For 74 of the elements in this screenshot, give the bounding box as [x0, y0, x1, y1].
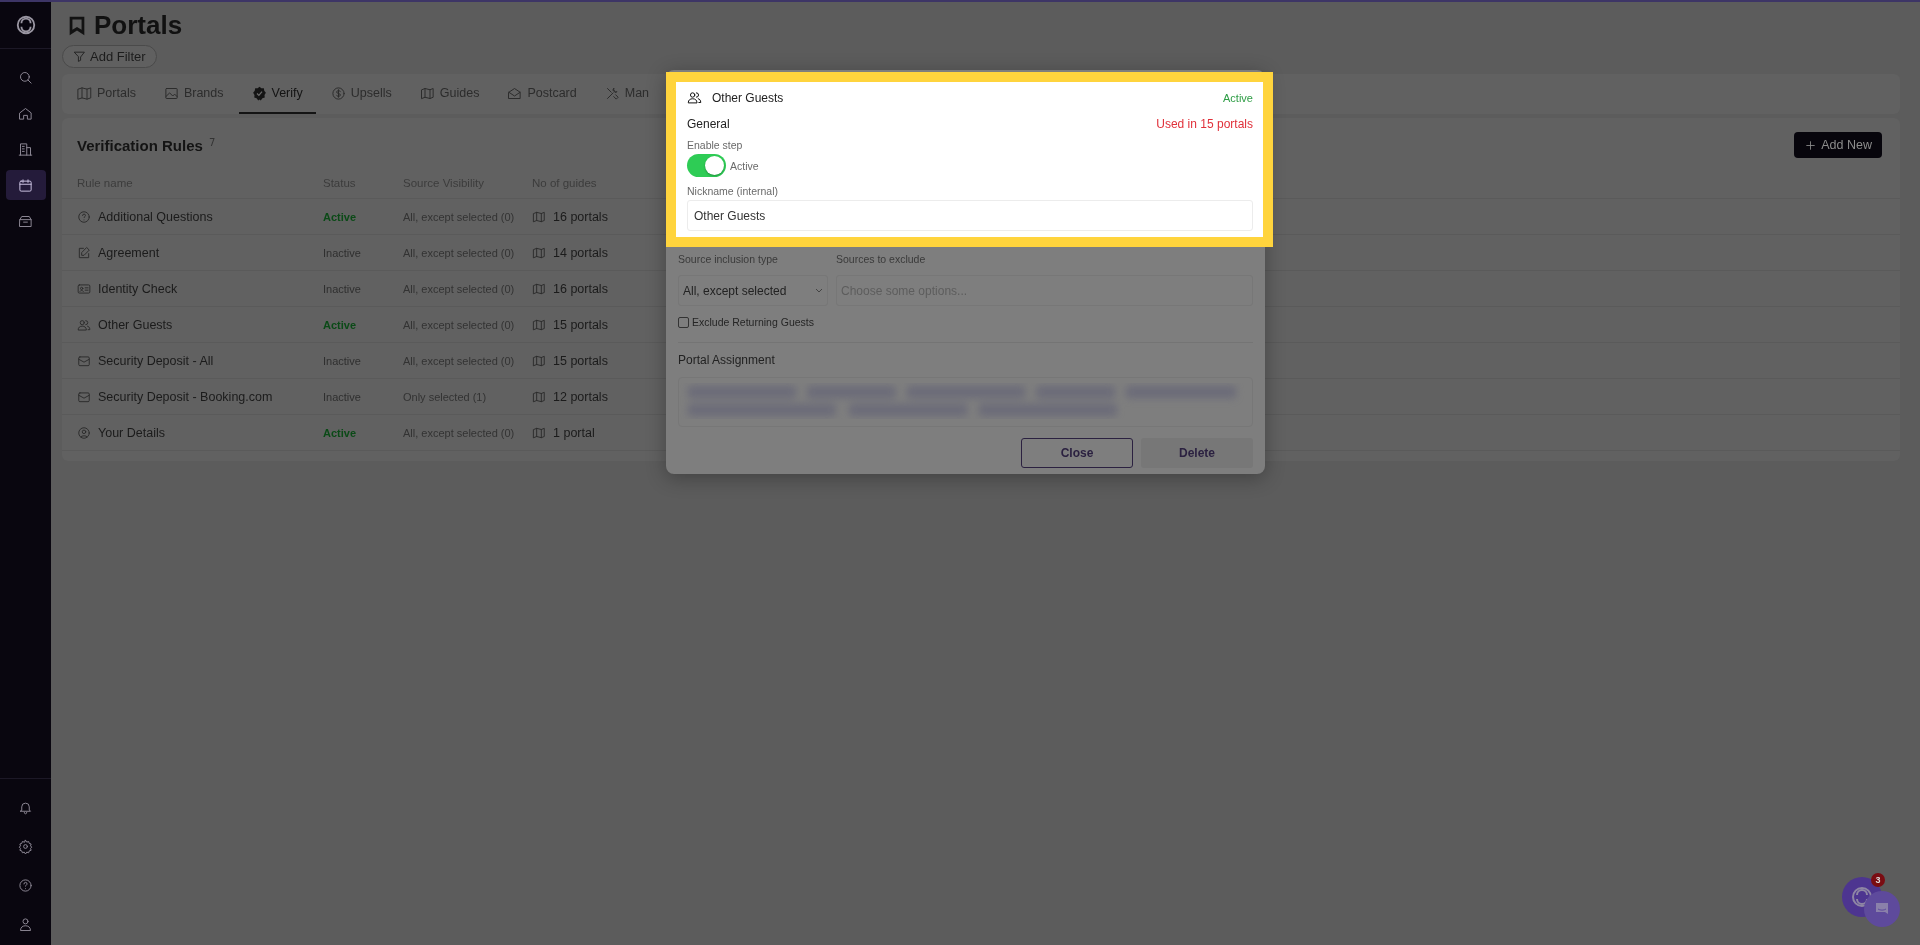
- rule-name[interactable]: Security Deposit - All: [98, 353, 214, 368]
- map-icon: [532, 389, 546, 404]
- guides-count: 14 portals: [553, 245, 608, 260]
- rule-name[interactable]: Your Details: [98, 425, 165, 440]
- rule-name[interactable]: Other Guests: [98, 317, 173, 332]
- map-icon: [532, 245, 546, 260]
- map-icon: [532, 425, 546, 440]
- field-label: Enable step: [687, 139, 744, 151]
- usage-text: Used in 15 portals: [1156, 117, 1253, 131]
- rule-name[interactable]: Agreement: [98, 245, 160, 260]
- tools-icon: [604, 85, 620, 101]
- sidebar-item[interactable]: [5, 170, 46, 200]
- section-title: General: [687, 117, 730, 131]
- card-icon: [77, 353, 91, 368]
- caret-icon: [815, 287, 823, 294]
- enable-toggle[interactable]: [687, 154, 726, 177]
- help-icon: [18, 877, 33, 893]
- calendar-icon: [18, 177, 33, 193]
- dialog-button[interactable]: Delete: [1141, 438, 1253, 468]
- source-type-select[interactable]: All, except selected: [678, 275, 828, 306]
- dialog-button[interactable]: Close: [1021, 438, 1133, 468]
- users-icon: [77, 317, 91, 332]
- section-title: Portal Assignment: [678, 353, 776, 367]
- field-label: Nickname (internal): [687, 185, 780, 197]
- users-icon: [687, 90, 702, 105]
- status-cell: Active: [308, 415, 388, 451]
- box-icon: [18, 213, 33, 229]
- checkbox[interactable]: [678, 316, 689, 328]
- add-new-button[interactable]: Add New: [1794, 132, 1882, 158]
- user-icon: [18, 916, 33, 932]
- logo-icon: [14, 14, 37, 36]
- guides-count: 12 portals: [553, 389, 608, 404]
- image-icon: [163, 85, 179, 101]
- plus-icon: [1804, 138, 1818, 152]
- guides-count: 15 portals: [553, 317, 608, 332]
- guides-count: 16 portals: [553, 209, 608, 224]
- map-icon: [532, 353, 546, 368]
- field-label: Sources to exclude: [836, 253, 927, 265]
- dialog-title: Other Guests: [712, 90, 784, 105]
- tab[interactable]: Verify: [238, 74, 316, 114]
- map-icon: [532, 317, 546, 332]
- bell-icon: [18, 799, 33, 815]
- settings-icon: [18, 838, 33, 854]
- building-icon: [18, 141, 33, 157]
- question-icon: [77, 209, 91, 224]
- dollar-icon: [330, 85, 346, 101]
- edit-icon: [77, 245, 91, 260]
- add-filter-button[interactable]: Add Filter: [62, 45, 157, 68]
- guides-count: 16 portals: [553, 281, 608, 296]
- id-card-icon: [77, 281, 91, 296]
- nickname-field[interactable]: Other Guests: [687, 200, 1253, 231]
- check-badge-icon: [251, 85, 267, 101]
- guides-count: 1 portal: [553, 425, 595, 440]
- message-icon: [1874, 901, 1890, 917]
- card-icon: [77, 389, 91, 404]
- map-icon: [419, 85, 435, 101]
- rule-name[interactable]: Additional Questions: [98, 209, 213, 224]
- map-icon: [532, 209, 546, 224]
- home-icon: [18, 105, 33, 121]
- status-label: Active: [1223, 91, 1253, 104]
- rule-name[interactable]: Identity Check: [98, 281, 178, 296]
- user-circle-icon: [77, 425, 91, 440]
- page-title: Portals: [94, 10, 183, 41]
- envelope-icon: [507, 85, 523, 101]
- rule-name[interactable]: Security Deposit - Booking.com: [98, 389, 273, 404]
- search-icon: [18, 69, 33, 85]
- status-cell: Active: [308, 307, 388, 343]
- card-title: Verification Rules: [77, 136, 203, 154]
- checkbox-label: Exclude Returning Guests: [692, 316, 814, 328]
- field-label: Source inclusion type: [678, 253, 779, 265]
- filter-icon: [73, 50, 86, 63]
- guides-count: 15 portals: [553, 353, 608, 368]
- status-cell: Active: [308, 199, 388, 235]
- map-icon: [532, 281, 546, 296]
